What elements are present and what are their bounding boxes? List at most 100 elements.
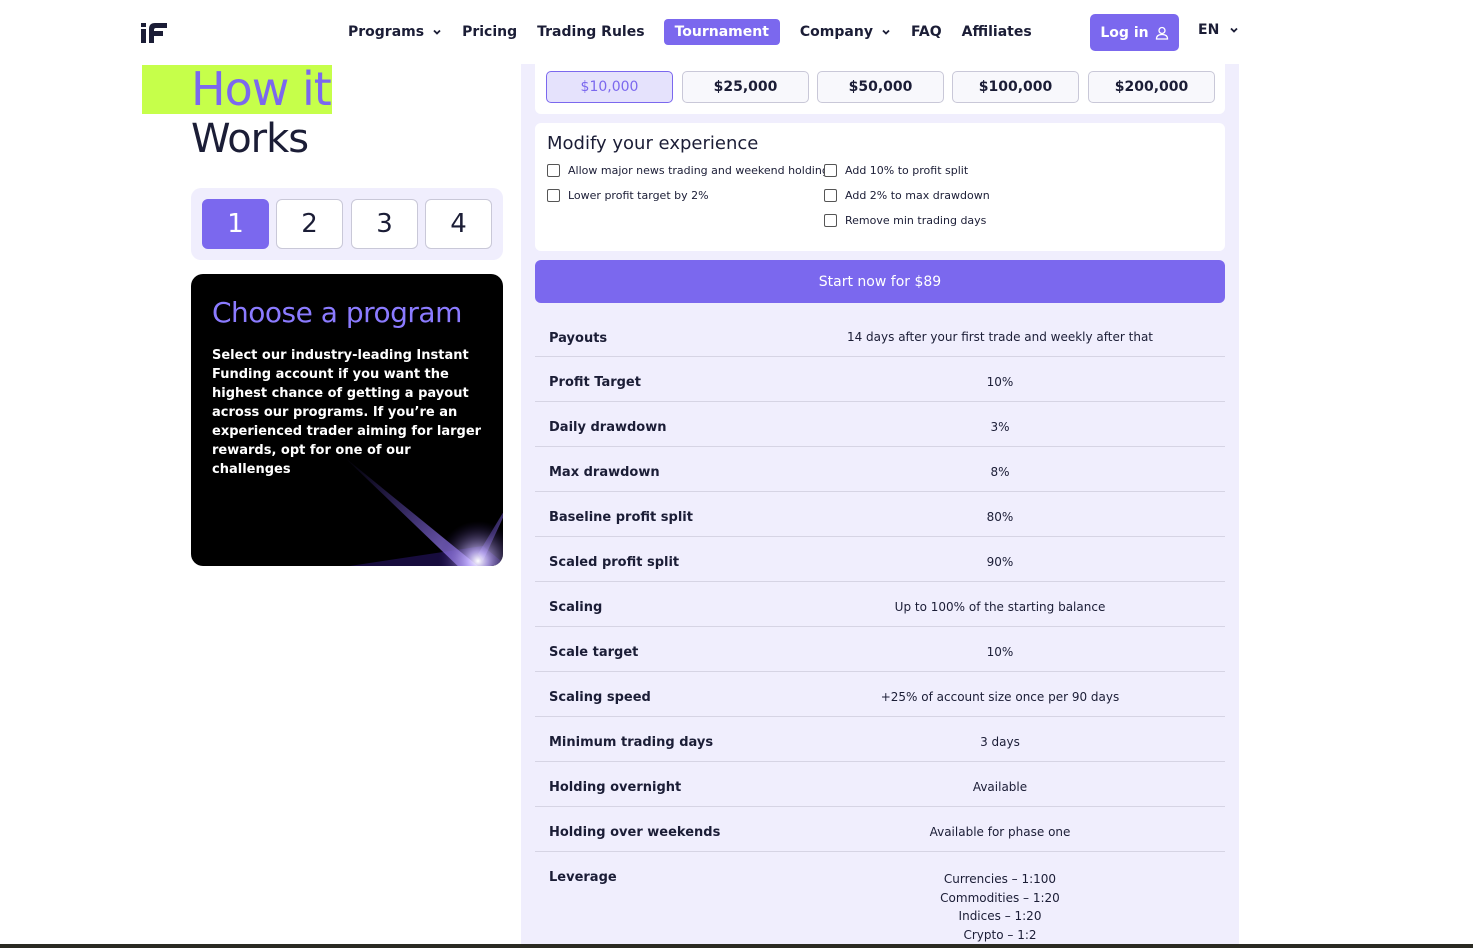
row-value: 14 days after your first trade and weekl… <box>846 330 1154 344</box>
bottom-edge-bar <box>0 944 1473 948</box>
nav-trading-rules-label: Trading Rules <box>537 24 645 40</box>
row-value: 80% <box>986 510 1014 524</box>
nav-company[interactable]: Company <box>800 19 891 45</box>
nav-faq-label: FAQ <box>910 24 942 40</box>
row-label: Scaling <box>549 600 603 615</box>
nav-trading-rules[interactable]: Trading Rules <box>537 19 644 45</box>
row-label: Profit Target <box>549 375 641 390</box>
option-label: Lower profit target by 2% <box>568 189 709 202</box>
nav-company-label: Company <box>799 24 873 40</box>
nav-affiliates[interactable]: Affiliates <box>962 19 1032 45</box>
nav-tournament-label: Tournament <box>674 24 769 40</box>
amount-option-50000[interactable]: $50,000 <box>817 71 944 103</box>
user-icon <box>1155 26 1168 40</box>
language-selector[interactable]: EN <box>1198 22 1239 38</box>
option-add-profit-split[interactable]: Add 10% to profit split <box>824 164 968 177</box>
start-now-button[interactable]: Start now for $89 <box>535 260 1225 303</box>
row-label: Payouts <box>549 331 608 346</box>
nav-affiliates-label: Affiliates <box>961 24 1032 40</box>
step-2-button[interactable]: 2 <box>276 199 343 249</box>
logo-icon[interactable] <box>141 21 167 43</box>
login-button[interactable]: Log in <box>1090 14 1179 51</box>
row-label: Scaled profit split <box>549 555 680 570</box>
row-label: Minimum trading days <box>549 735 714 750</box>
chevron-down-icon <box>1230 27 1238 33</box>
row-label: Scale target <box>549 645 639 660</box>
card-title: Choose a program <box>212 296 462 329</box>
table-row: Scaling Up to 100% of the starting balan… <box>535 582 1225 627</box>
program-panel: $10,000 $25,000 $50,000 $100,000 $200,00… <box>521 64 1239 948</box>
leverage-values: Currencies – 1:100 Commodities – 1:20 In… <box>765 870 1235 944</box>
row-label: Max drawdown <box>549 465 660 480</box>
card-body: Select our industry-leading Instant Fund… <box>212 348 482 477</box>
row-value: 8% <box>990 465 1010 479</box>
step-1-button[interactable]: 1 <box>202 199 269 249</box>
leverage-crypto: Crypto – 1:2 <box>963 927 1037 942</box>
row-value: 3 days <box>980 735 1020 749</box>
option-news-trading[interactable]: Allow major news trading and weekend hol… <box>547 164 829 177</box>
leverage-currencies: Currencies – 1:100 <box>943 872 1057 886</box>
step-selector: 1 2 3 4 <box>191 188 503 260</box>
leverage-indices: Indices – 1:20 <box>958 909 1042 923</box>
nav-programs[interactable]: Programs <box>348 19 442 45</box>
how-it-works-title-line2: Works <box>191 116 309 162</box>
row-value: 10% <box>986 645 1014 659</box>
nav-faq[interactable]: FAQ <box>911 19 942 45</box>
row-label: Holding over weekends <box>549 825 721 840</box>
how-it-works-title-line1: How it <box>191 62 332 116</box>
option-label: Allow major news trading and weekend hol… <box>568 164 829 177</box>
option-label: Remove min trading days <box>845 214 987 227</box>
checkbox[interactable] <box>547 189 560 202</box>
table-row: Daily drawdown 3% <box>535 402 1225 447</box>
language-label: EN <box>1198 22 1220 38</box>
login-button-label: Log in <box>1100 24 1149 41</box>
row-value: 10% <box>986 375 1014 389</box>
table-row: Profit Target 10% <box>535 357 1225 402</box>
row-label: Scaling speed <box>549 690 651 705</box>
table-row-leverage: Leverage Currencies – 1:100 Commodities … <box>535 852 1225 948</box>
row-value: Up to 100% of the starting balance <box>894 600 1106 614</box>
table-row: Holding over weekends Available for phas… <box>535 807 1225 852</box>
table-row: Holding overnight Available <box>535 762 1225 807</box>
amount-option-100000[interactable]: $100,000 <box>952 71 1079 103</box>
amount-option-10000[interactable]: $10,000 <box>546 71 673 103</box>
leverage-commodities: Commodities – 1:20 <box>940 890 1060 905</box>
step-4-button[interactable]: 4 <box>425 199 492 249</box>
nav-pricing-label: Pricing <box>462 24 518 40</box>
table-row: Minimum trading days 3 days <box>535 717 1225 762</box>
table-row: Baseline profit split 80% <box>535 492 1225 537</box>
option-label: Add 2% to max drawdown <box>845 189 990 202</box>
checkbox[interactable] <box>824 164 837 177</box>
checkbox[interactable] <box>547 164 560 177</box>
account-size-selector: $10,000 $25,000 $50,000 $100,000 $200,00… <box>535 64 1225 114</box>
row-label: Daily drawdown <box>549 420 667 435</box>
table-row: Max drawdown 8% <box>535 447 1225 492</box>
option-remove-min-days[interactable]: Remove min trading days <box>824 214 986 227</box>
nav-tournament[interactable]: Tournament <box>663 19 780 45</box>
amount-option-200000[interactable]: $200,000 <box>1088 71 1215 103</box>
table-row: Scaled profit split 90% <box>535 537 1225 582</box>
step-3-button[interactable]: 3 <box>351 199 418 249</box>
nav-links: Programs Pricing Trading Rules Tournamen… <box>348 19 1052 45</box>
table-row: Payouts 14 days after your first trade a… <box>535 312 1225 357</box>
modify-experience-box: Modify your experience Allow major news … <box>535 123 1225 251</box>
row-value: 3% <box>990 420 1010 434</box>
row-label: Leverage <box>549 870 617 885</box>
row-label: Baseline profit split <box>549 510 693 525</box>
option-lower-profit-target[interactable]: Lower profit target by 2% <box>547 189 709 202</box>
row-value: +25% of account size once per 90 days <box>880 690 1120 704</box>
checkbox[interactable] <box>824 214 837 227</box>
table-row: Scale target 10% <box>535 627 1225 672</box>
amount-option-25000[interactable]: $25,000 <box>682 71 809 103</box>
modify-title: Modify your experience <box>547 133 759 154</box>
row-value: Available for phase one <box>929 825 1071 839</box>
nav-programs-label: Programs <box>348 24 425 40</box>
table-row: Scaling speed +25% of account size once … <box>535 672 1225 717</box>
checkbox[interactable] <box>824 189 837 202</box>
option-label: Add 10% to profit split <box>845 164 969 177</box>
option-add-max-drawdown[interactable]: Add 2% to max drawdown <box>824 189 990 202</box>
row-label: Holding overnight <box>549 780 682 795</box>
nav-pricing[interactable]: Pricing <box>462 19 517 45</box>
program-details-table: Payouts 14 days after your first trade a… <box>535 312 1225 948</box>
row-value: 90% <box>986 555 1014 569</box>
